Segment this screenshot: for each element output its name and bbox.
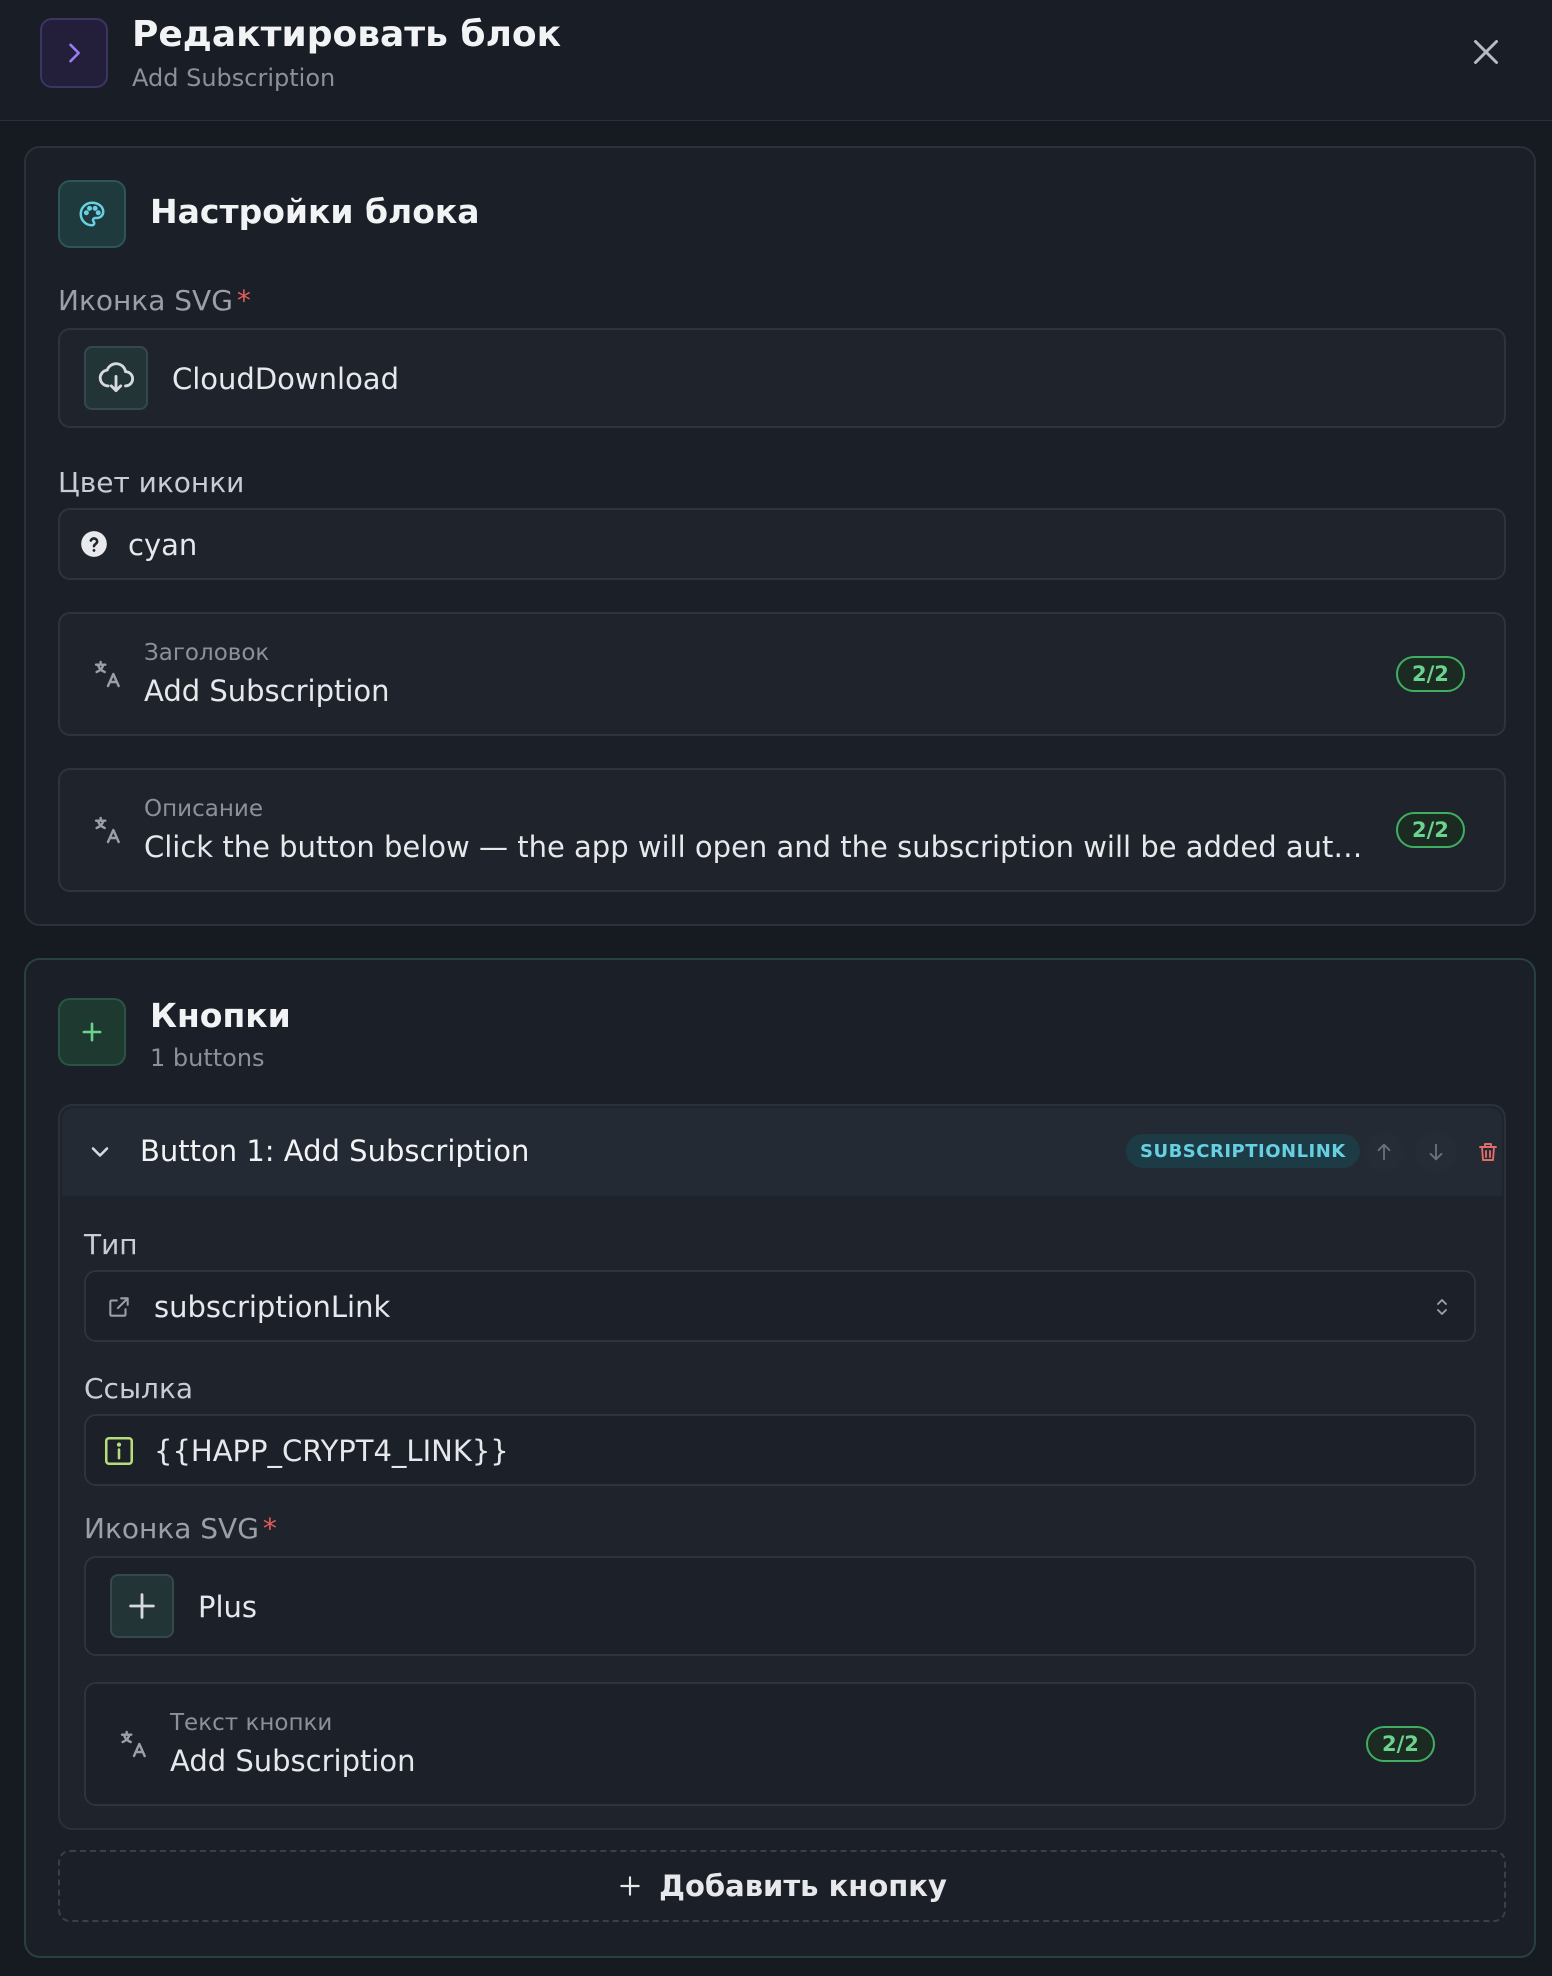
info-icon bbox=[104, 1436, 134, 1466]
arrow-down-icon bbox=[1429, 1143, 1443, 1161]
trash-icon bbox=[1479, 1143, 1497, 1161]
cloud-download-icon bbox=[84, 346, 148, 410]
help-circle-icon bbox=[81, 531, 107, 557]
add-button-button[interactable]: Добавить кнопку bbox=[58, 1850, 1506, 1922]
description-value: Click the button below — the app will op… bbox=[144, 830, 1364, 864]
button-item-title: Button 1: Add Subscription bbox=[140, 1134, 530, 1168]
icon-picker-field[interactable]: CloudDownload bbox=[58, 328, 1506, 428]
button-type-select[interactable]: subscriptionLink bbox=[84, 1270, 1476, 1342]
icon-picker-value: CloudDownload bbox=[172, 362, 399, 396]
arrow-up-icon bbox=[1377, 1143, 1391, 1161]
section-title: Кнопки bbox=[150, 996, 291, 1035]
translation-count-badge: 2/2 bbox=[1396, 812, 1465, 848]
translation-count-badge: 2/2 bbox=[1366, 1726, 1435, 1762]
heading-translation-field[interactable]: Заголовок Add Subscription 2/2 bbox=[58, 612, 1506, 736]
translate-icon bbox=[94, 816, 120, 844]
translation-count-badge: 2/2 bbox=[1396, 656, 1465, 692]
move-down-button[interactable] bbox=[1416, 1132, 1456, 1172]
plus-icon bbox=[58, 998, 126, 1066]
buttons-card: Кнопки 1 buttons Button 1: Add Subscript… bbox=[24, 958, 1536, 1958]
icon-color-label: Цвет иконки bbox=[58, 466, 245, 499]
buttons-count: 1 buttons bbox=[150, 1044, 265, 1072]
translate-icon bbox=[120, 1730, 146, 1758]
drawer-subtitle: Add Subscription bbox=[132, 64, 336, 92]
description-translation-field[interactable]: Описание Click the button below — the ap… bbox=[58, 768, 1506, 892]
button-type-value: subscriptionLink bbox=[154, 1290, 391, 1324]
drawer-header: Редактировать блок Add Subscription bbox=[0, 0, 1552, 121]
link-label: Ссылка bbox=[84, 1372, 194, 1405]
button-item-header[interactable]: Button 1: Add Subscription SUBSCRIPTIONL… bbox=[62, 1108, 1502, 1196]
delete-button[interactable] bbox=[1468, 1132, 1508, 1172]
plus-icon bbox=[110, 1574, 174, 1638]
drawer-title: Редактировать блок bbox=[132, 14, 562, 55]
block-settings-card: Настройки блока Иконка SVG * CloudDownloa… bbox=[24, 146, 1536, 926]
button-text-label: Текст кнопки bbox=[170, 1710, 333, 1736]
move-up-button[interactable] bbox=[1364, 1132, 1404, 1172]
heading-label: Заголовок bbox=[144, 640, 270, 666]
heading-value: Add Subscription bbox=[144, 674, 390, 708]
icon-svg-label: Иконка SVG * bbox=[58, 284, 251, 317]
translate-icon bbox=[94, 660, 120, 688]
external-link-icon bbox=[109, 1297, 129, 1317]
collapse-toggle-button[interactable] bbox=[40, 18, 108, 88]
close-icon bbox=[1474, 40, 1498, 64]
button-icon-svg-label: Иконка SVG * bbox=[84, 1512, 277, 1545]
icon-color-select[interactable]: cyan bbox=[58, 508, 1506, 580]
button-text-value: Add Subscription bbox=[170, 1744, 416, 1778]
type-label: Тип bbox=[84, 1228, 138, 1261]
palette-icon bbox=[58, 180, 126, 248]
link-value: {{HAPP_CRYPT4_LINK}} bbox=[154, 1434, 509, 1468]
button-type-badge: SUBSCRIPTIONLINK bbox=[1126, 1134, 1360, 1168]
plus-icon bbox=[620, 1876, 640, 1896]
button-item: Button 1: Add Subscription SUBSCRIPTIONL… bbox=[58, 1104, 1506, 1830]
link-input[interactable]: {{HAPP_CRYPT4_LINK}} bbox=[84, 1414, 1476, 1486]
chevron-down-icon[interactable] bbox=[86, 1138, 114, 1166]
description-label: Описание bbox=[144, 796, 263, 822]
icon-color-value: cyan bbox=[128, 528, 198, 562]
button-icon-picker-value: Plus bbox=[198, 1590, 258, 1624]
chevron-up-down-icon bbox=[1437, 1299, 1447, 1315]
button-icon-picker-field[interactable]: Plus bbox=[84, 1556, 1476, 1656]
close-button[interactable] bbox=[1466, 32, 1506, 72]
section-title: Настройки блока bbox=[150, 192, 480, 231]
chevron-right-icon bbox=[69, 43, 80, 63]
button-text-translation-field[interactable]: Текст кнопки Add Subscription 2/2 bbox=[84, 1682, 1476, 1806]
add-button-label: Добавить кнопку bbox=[659, 1869, 947, 1903]
